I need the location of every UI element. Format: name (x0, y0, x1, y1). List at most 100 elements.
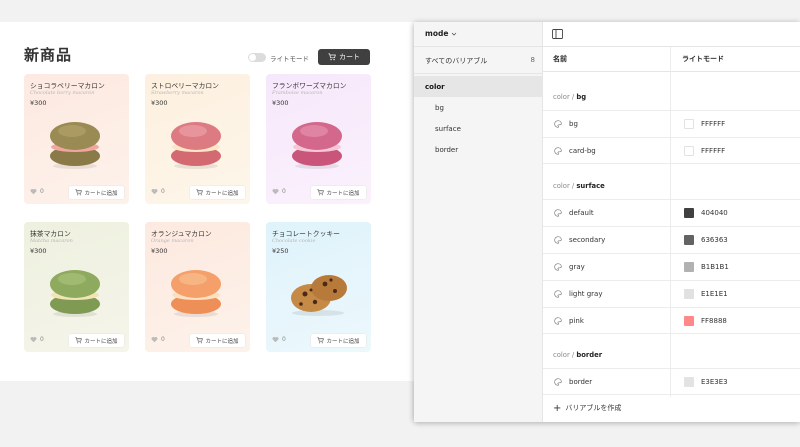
column-header-mode[interactable]: ライトモード (682, 47, 724, 71)
variable-name: gray (569, 263, 585, 271)
variable-name: secondary (569, 236, 606, 244)
variable-value[interactable]: FFFFFF (701, 120, 725, 128)
variable-value[interactable]: E1E1E1 (701, 290, 728, 298)
theme-toggle-label: ライトモード (270, 55, 309, 63)
cart-icon (196, 337, 204, 344)
color-swatch[interactable] (684, 208, 694, 218)
product-card[interactable]: フランボワーズマカロン Framboise macaron ¥300 0 カート… (266, 74, 371, 204)
color-swatch[interactable] (684, 119, 694, 129)
like-button[interactable]: 0 (151, 336, 165, 343)
variable-value[interactable]: FF8888 (701, 317, 727, 325)
color-swatch[interactable] (684, 377, 694, 387)
variable-name: default (569, 209, 594, 217)
variable-row[interactable]: default 404040 (543, 199, 800, 226)
like-count: 0 (161, 188, 165, 195)
product-price: ¥300 (151, 99, 168, 107)
macaron-matcha-image (50, 270, 100, 317)
theme-toggle[interactable] (248, 53, 266, 62)
add-to-cart-label: カートに追加 (84, 338, 118, 345)
add-to-cart-button[interactable]: カートに追加 (311, 334, 366, 347)
all-variables-item[interactable]: すべてのバリアブル 8 (425, 56, 535, 66)
add-to-cart-button[interactable]: カートに追加 (69, 186, 124, 199)
divider (543, 71, 800, 72)
variable-row[interactable]: card-bg FFFFFF (543, 137, 800, 164)
like-button[interactable]: 0 (272, 188, 286, 195)
heart-icon (272, 189, 279, 195)
product-card[interactable]: チョコレートクッキー Chocolate cookie ¥250 0 カートに追… (266, 222, 371, 352)
chocolate-chip-cookie-image (291, 275, 347, 316)
section-title: color / border (553, 351, 603, 359)
color-swatch[interactable] (684, 146, 694, 156)
variable-row[interactable]: pink FF8888 (543, 307, 800, 334)
macaron-framboise-image (292, 122, 342, 169)
add-to-cart-button[interactable]: カートに追加 (190, 186, 245, 199)
like-button[interactable]: 0 (272, 336, 286, 343)
variable-value[interactable]: 404040 (701, 209, 728, 217)
variable-name: card-bg (569, 147, 596, 155)
add-to-cart-button[interactable]: カートに追加 (311, 186, 366, 199)
add-to-cart-label: カートに追加 (326, 338, 360, 345)
product-card[interactable]: オランジュマカロン Orange macaron ¥300 0 カートに追加 (145, 222, 250, 352)
collection-selector[interactable]: mode (425, 29, 457, 38)
product-price: ¥300 (30, 99, 47, 107)
product-subtitle: Chocolate cookie (272, 238, 316, 244)
page-title: 新商品 (24, 46, 73, 64)
product-name: ショコラベリーマカロン (30, 82, 105, 90)
toggle-sidebar-icon[interactable] (552, 29, 563, 39)
add-to-cart-button[interactable]: カートに追加 (69, 334, 124, 347)
product-subtitle: Orange macaron (151, 238, 194, 244)
product-subtitle: Matcha macaron (30, 238, 73, 244)
group-label: color (425, 82, 445, 91)
all-variables-label: すべてのバリアブル (425, 57, 488, 65)
color-swatch[interactable] (684, 289, 694, 299)
like-count: 0 (161, 336, 165, 343)
product-card[interactable]: ショコラベリーマカロン Chocolate berry macaron ¥300… (24, 74, 129, 204)
color-swatch[interactable] (684, 262, 694, 272)
group-item-bg[interactable]: bg (414, 97, 543, 118)
variable-name: border (569, 378, 593, 386)
product-price: ¥300 (151, 247, 168, 255)
macaron-strawberry-image (171, 122, 221, 169)
product-name: フランボワーズマカロン (272, 82, 347, 90)
like-count: 0 (40, 188, 44, 195)
variable-row[interactable]: gray B1B1B1 (543, 253, 800, 280)
variable-row[interactable]: bg FFFFFF (543, 110, 800, 137)
plus-icon: + (553, 402, 562, 414)
variable-name: pink (569, 317, 584, 325)
cart-icon (317, 337, 325, 344)
create-variable-button[interactable]: + バリアブルを作成 (553, 403, 621, 413)
color-swatch[interactable] (684, 235, 694, 245)
like-button[interactable]: 0 (30, 336, 44, 343)
like-button[interactable]: 0 (30, 188, 44, 195)
heart-icon (151, 337, 158, 343)
product-card[interactable]: 抹茶マカロン Matcha macaron ¥300 0 カートに追加 (24, 222, 129, 352)
variable-value[interactable]: E3E3E3 (701, 378, 728, 386)
product-card[interactable]: ストロベリーマカロン Strawberry macaron ¥300 0 カート… (145, 74, 250, 204)
heart-icon (30, 337, 37, 343)
variable-row[interactable]: border E3E3E3 (543, 368, 800, 395)
color-variable-icon (554, 236, 562, 244)
macaron-orange-image (171, 270, 221, 317)
cart-icon (196, 189, 204, 196)
variable-value[interactable]: 636363 (701, 236, 728, 244)
group-item-border[interactable]: border (414, 139, 543, 160)
variable-row[interactable]: light gray E1E1E1 (543, 280, 800, 307)
group-item-surface[interactable]: surface (414, 118, 543, 139)
column-header-name: 名前 (553, 55, 567, 63)
variable-value[interactable]: B1B1B1 (701, 263, 729, 271)
add-to-cart-label: カートに追加 (205, 190, 239, 197)
divider (414, 73, 543, 74)
cart-icon (317, 189, 325, 196)
cart-icon (75, 189, 83, 196)
cart-button[interactable]: カート (318, 49, 370, 65)
variable-row[interactable]: secondary 636363 (543, 226, 800, 253)
heart-icon (151, 189, 158, 195)
color-swatch[interactable] (684, 316, 694, 326)
add-to-cart-button[interactable]: カートに追加 (190, 334, 245, 347)
variable-value[interactable]: FFFFFF (701, 147, 725, 155)
product-name: オランジュマカロン (151, 230, 212, 238)
product-subtitle: Framboise macaron (272, 90, 323, 96)
like-button[interactable]: 0 (151, 188, 165, 195)
cart-button-label: カート (339, 53, 360, 61)
group-item-color[interactable]: color (414, 76, 543, 97)
